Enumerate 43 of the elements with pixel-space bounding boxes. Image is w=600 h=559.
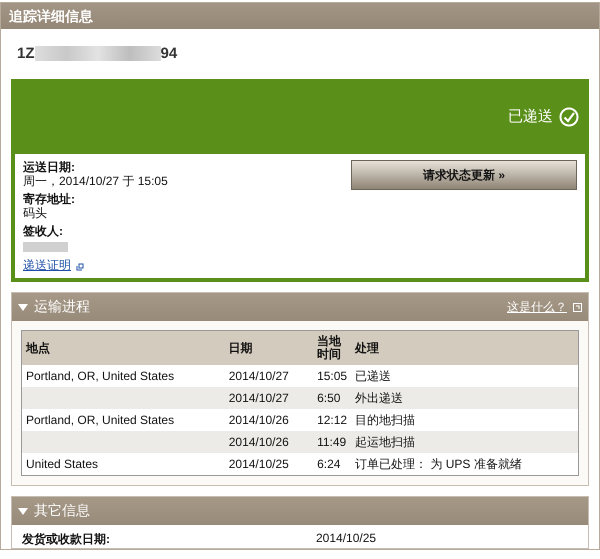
detail-value: 周一，2014/10/27 于 15:05 bbox=[23, 174, 169, 188]
table-cell: 2014/10/27 bbox=[228, 369, 289, 383]
table-cell: 2014/10/25 bbox=[228, 457, 289, 471]
collapse-triangle-icon[interactable] bbox=[18, 508, 28, 514]
section-title[interactable]: 其它信息 bbox=[34, 502, 582, 520]
table-cell: 已递送 bbox=[355, 369, 392, 383]
info-label: 发货或收款日期: bbox=[22, 531, 111, 548]
column-header: 地点 bbox=[22, 330, 225, 365]
table-cell: 起运地扫描 bbox=[355, 435, 416, 449]
table-cell: Portland, OR, United States bbox=[26, 369, 174, 383]
table-cell: 15:05 bbox=[317, 369, 348, 383]
column-header: 日期 bbox=[224, 330, 314, 365]
table-cell: 2014/10/27 bbox=[228, 391, 289, 405]
detail-label: 寄存地址: bbox=[23, 192, 76, 206]
table-cell: 目的地扫描 bbox=[355, 413, 416, 427]
tracking-number-end: 94 bbox=[160, 44, 178, 62]
detail-label: 签收人: bbox=[23, 224, 64, 238]
collapse-triangle-icon[interactable] bbox=[18, 304, 28, 310]
popup-icon bbox=[573, 302, 582, 312]
detail-label: 运送日期: bbox=[23, 160, 76, 174]
table-cell: 订单已处理： 为 UPS 准备就绪 bbox=[355, 457, 522, 471]
proof-of-delivery-link[interactable]: 递送证明 bbox=[23, 258, 71, 272]
table-cell: 2014/10/26 bbox=[228, 413, 289, 427]
detail-value: 码头 bbox=[23, 206, 48, 220]
status-text: 已递送 bbox=[508, 107, 553, 126]
table-cell: 外出递送 bbox=[355, 391, 404, 405]
blurred-block bbox=[23, 242, 68, 252]
new-window-icon bbox=[76, 263, 84, 271]
request-update-button[interactable]: 请求状态更新 » bbox=[351, 160, 577, 190]
table-cell: 2014/10/26 bbox=[228, 435, 289, 449]
table-cell: Portland, OR, United States bbox=[26, 413, 174, 427]
help-link[interactable]: 这是什么？ bbox=[507, 298, 567, 316]
panel-title: 追踪详细信息 bbox=[1, 3, 599, 29]
column-header: 处理 bbox=[351, 330, 578, 365]
table-cell: United States bbox=[26, 457, 98, 471]
info-value: 2014/10/25 bbox=[316, 531, 376, 547]
table-cell: 6:50 bbox=[317, 391, 340, 405]
tracking-number-start: 1Z bbox=[17, 44, 35, 62]
section-title[interactable]: 运输进程 bbox=[34, 298, 501, 316]
table-cell: 11:49 bbox=[317, 435, 346, 449]
table-cell: 6:24 bbox=[317, 457, 340, 471]
table-cell: 12:12 bbox=[317, 413, 348, 427]
column-header: 当地时间 bbox=[313, 330, 352, 365]
